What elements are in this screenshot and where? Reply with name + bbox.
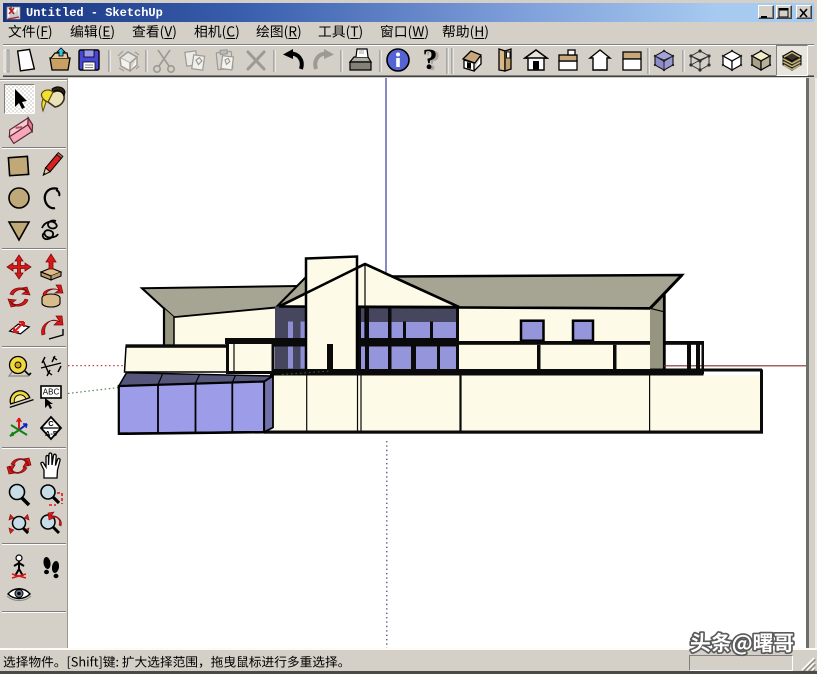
- svg-text:C: C: [48, 419, 54, 428]
- svg-text:A-5: A-5: [45, 429, 57, 438]
- svg-text:?: ?: [423, 44, 438, 76]
- svg-text:ABC: ABC: [43, 388, 60, 397]
